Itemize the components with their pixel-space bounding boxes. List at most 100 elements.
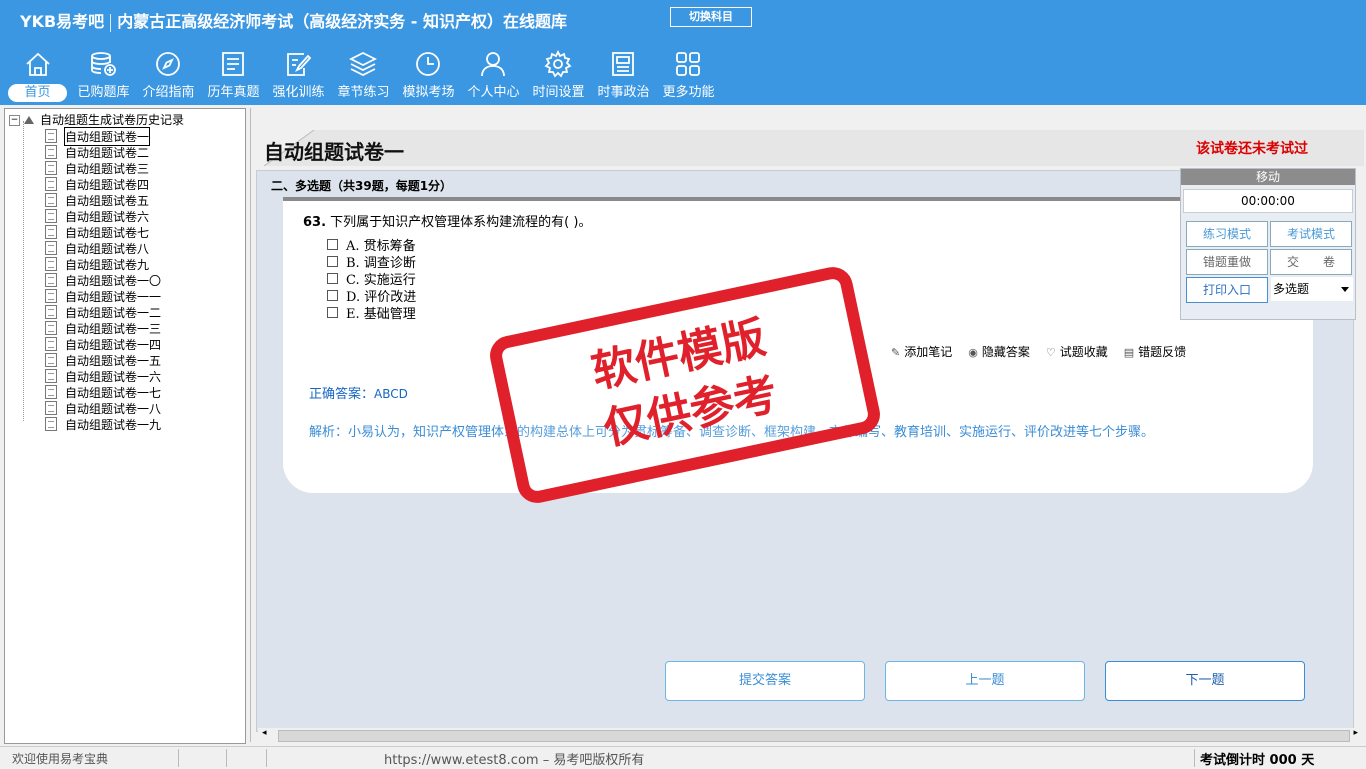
tree-item[interactable]: 自动组题试卷五 (45, 192, 149, 208)
brand-title: YKB易考吧 内蒙古正高级经济师考试（高级经济实务 - 知识产权）在线题库 (20, 8, 567, 32)
tree-item[interactable]: 自动组题试卷四 (45, 176, 149, 192)
checkbox[interactable] (327, 239, 338, 250)
document-icon (45, 417, 57, 431)
scroll-right-icon[interactable]: ▸ (1353, 728, 1358, 738)
document-icon (45, 257, 57, 271)
tree-item[interactable]: 自动组题试卷八 (45, 240, 149, 256)
tree-root-label: 自动组题生成试卷历史记录 (40, 113, 185, 127)
panel-move-handle[interactable]: 移动 (1181, 169, 1355, 185)
folder-icon (24, 116, 34, 124)
tree-item[interactable]: 自动组题试卷一 (45, 126, 151, 146)
nav-label: 介绍指南 (142, 85, 195, 100)
redo-wrong-button[interactable]: 错题重做 (1186, 249, 1268, 275)
tree-item[interactable]: 自动组题试卷一一 (45, 288, 161, 304)
tree-connector (23, 121, 24, 421)
nav-more[interactable]: 更多功能 (656, 46, 721, 104)
nav-training[interactable]: 强化训练 (266, 46, 331, 104)
nav-label: 时间设置 (532, 85, 585, 100)
tree-root[interactable]: − 自动组题生成试卷历史记录 (9, 112, 184, 128)
nav-past-papers[interactable]: 历年真题 (201, 46, 266, 104)
answer-value: ABCD (374, 387, 408, 401)
nav-label: 个人中心 (467, 85, 520, 100)
tree-item[interactable]: 自动组题试卷一六 (45, 368, 161, 384)
question-text: 下列属于知识产权管理体系构建流程的有( )。 (330, 215, 592, 230)
checkbox[interactable] (327, 256, 338, 267)
scroll-left-icon[interactable]: ◂ (262, 728, 267, 738)
add-note-button[interactable]: ✎ 添加笔记 (891, 343, 952, 360)
paper-status: 该试卷还未考试过 (1196, 141, 1308, 157)
document-icon (45, 305, 57, 319)
tree-item[interactable]: 自动组题试卷一三 (45, 320, 161, 336)
tree-item[interactable]: 自动组题试卷一九 (45, 416, 161, 432)
database-icon (91, 52, 116, 76)
document-icon (45, 193, 57, 207)
tree-item[interactable]: 自动组题试卷九 (45, 256, 149, 272)
nav-purchased[interactable]: 已购题库 (71, 46, 136, 104)
tree-item[interactable]: 自动组题试卷一七 (45, 384, 161, 400)
nav-time-settings[interactable]: 时间设置 (526, 46, 591, 104)
tree-item[interactable]: 自动组题试卷一〇 (45, 272, 161, 288)
prev-question-button[interactable]: 上一题 (885, 661, 1085, 701)
tree-item[interactable]: 自动组题试卷二 (45, 144, 149, 160)
copyright-url: https://www.etest8.com – 易考吧版权所有 (384, 753, 645, 768)
document-icon (45, 145, 57, 159)
document-icon (45, 353, 57, 367)
status-bar: 欢迎使用易考宝典 https://www.etest8.com – 易考吧版权所… (0, 746, 1366, 769)
hide-answer-button[interactable]: ◉ 隐藏答案 (968, 343, 1030, 360)
nav-label: 时事政治 (597, 85, 650, 100)
splitter[interactable] (250, 108, 251, 742)
checkbox[interactable] (327, 307, 338, 318)
nav-politics[interactable]: 时事政治 (591, 46, 656, 104)
nav-mock-exam[interactable]: 模拟考场 (396, 46, 461, 104)
nav-label: 首页 (8, 84, 67, 102)
news-icon (612, 52, 634, 76)
nav-label: 章节练习 (337, 85, 390, 100)
tree-item[interactable]: 自动组题试卷一四 (45, 336, 161, 352)
collapse-icon[interactable]: − (9, 114, 20, 126)
divider (226, 749, 227, 767)
paper-title: 自动组题试卷一 (264, 140, 404, 164)
nav-guide[interactable]: 介绍指南 (136, 46, 201, 104)
gear-icon (544, 50, 572, 78)
tree-item[interactable]: 自动组题试卷一五 (45, 352, 161, 368)
tree-item[interactable]: 自动组题试卷一二 (45, 304, 161, 320)
switch-subject-button[interactable]: 切换科目 (670, 7, 752, 27)
divider (178, 749, 179, 767)
nav-label: 更多功能 (662, 85, 715, 100)
nav-home[interactable]: 首页 (6, 46, 71, 104)
exam-countdown: 考试倒计时 000 天 (1200, 753, 1315, 768)
welcome-text: 欢迎使用易考宝典 (12, 752, 109, 766)
question-type-select[interactable]: 多选题 (1271, 277, 1353, 301)
checkbox[interactable] (327, 290, 338, 301)
exam-control-panel: 移动 00:00:00 练习模式 考试模式 错题重做 交 卷 打印入口 多选题 (1180, 168, 1356, 320)
tree-item[interactable]: 自动组题试卷六 (45, 208, 149, 224)
tree-item[interactable]: 自动组题试卷一八 (45, 400, 161, 416)
document-icon (45, 177, 57, 191)
scroll-thumb[interactable] (278, 730, 1350, 742)
list-icon (222, 52, 244, 76)
document-icon (45, 321, 57, 335)
document-icon (45, 161, 57, 175)
heart-icon: ♡ (1045, 346, 1056, 359)
timer-display: 00:00:00 (1183, 189, 1353, 213)
horizontal-scrollbar[interactable]: ◂ ▸ (258, 728, 1362, 742)
option-e[interactable]: E. 基础管理 (327, 303, 416, 322)
feedback-button[interactable]: ▤ 错题反馈 (1124, 343, 1186, 360)
brand-logo: YKB易考吧 (20, 12, 105, 31)
nav-profile[interactable]: 个人中心 (461, 46, 526, 104)
main-nav: 首页 已购题库 介绍指南 历年真题 强化训练 章节练习 模拟考场 个人中心 时间… (6, 46, 721, 104)
favorite-button[interactable]: ♡ 试题收藏 (1046, 343, 1108, 360)
hand-in-button[interactable]: 交 卷 (1270, 249, 1352, 275)
tree-item[interactable]: 自动组题试卷三 (45, 160, 149, 176)
checkbox[interactable] (327, 273, 338, 284)
nav-label: 模拟考场 (402, 85, 455, 100)
submit-answer-button[interactable]: 提交答案 (665, 661, 865, 701)
document-icon (45, 241, 57, 255)
exam-mode-button[interactable]: 考试模式 (1270, 221, 1352, 247)
next-question-button[interactable]: 下一题 (1105, 661, 1305, 701)
tree-item[interactable]: 自动组题试卷七 (45, 224, 149, 240)
nav-chapter[interactable]: 章节练习 (331, 46, 396, 104)
print-button[interactable]: 打印入口 (1186, 277, 1268, 303)
eye-off-icon: ◉ (968, 346, 978, 359)
practice-mode-button[interactable]: 练习模式 (1186, 221, 1268, 247)
